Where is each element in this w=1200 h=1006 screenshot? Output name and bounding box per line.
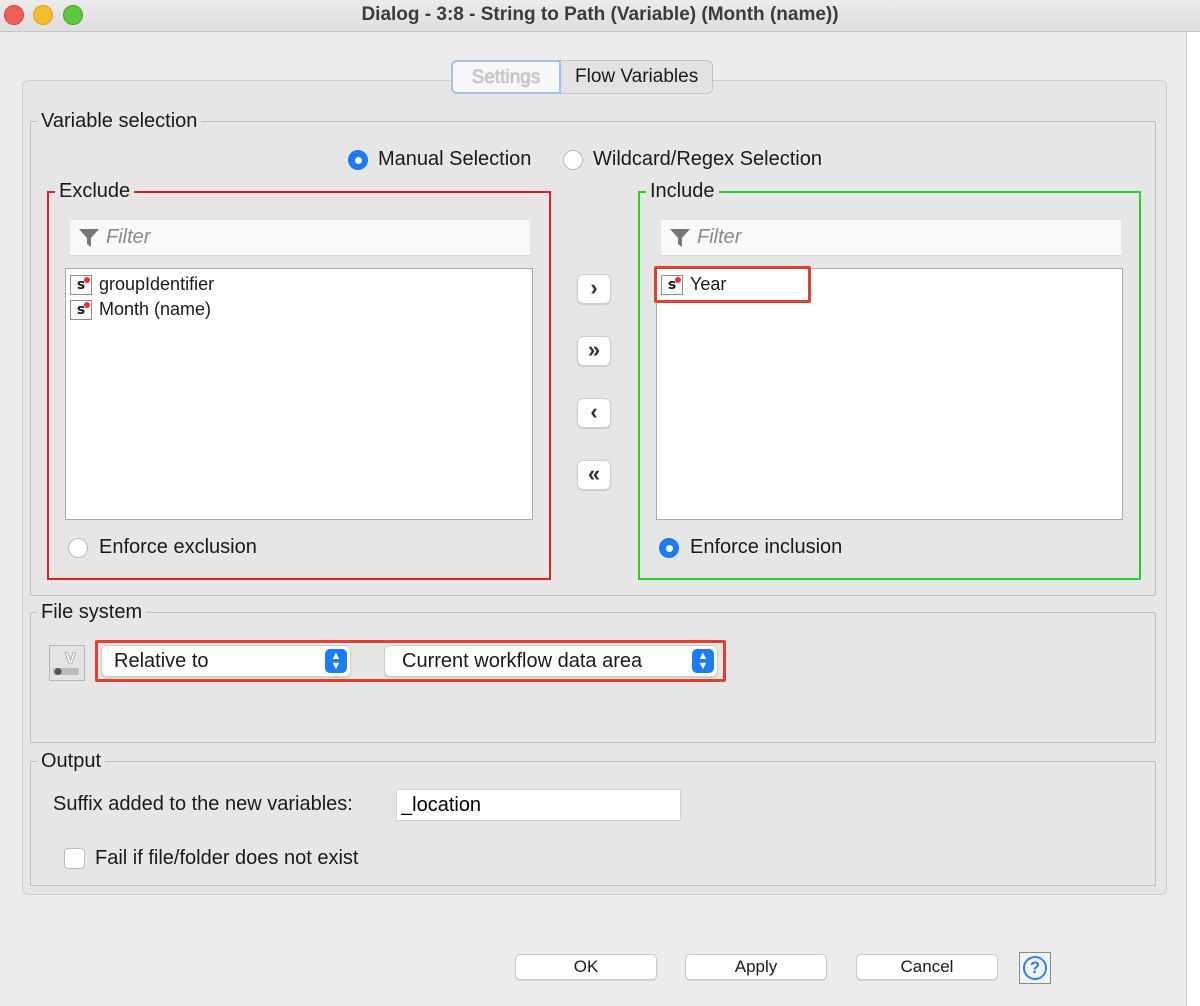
exclude-filter-input[interactable]: Filter (70, 220, 530, 256)
file-system-legend: File system (41, 601, 143, 623)
apply-button[interactable]: Apply (685, 954, 827, 980)
enforce-inclusion-radio-button[interactable] (659, 537, 679, 558)
flow-variable-icon: V (53, 651, 79, 675)
tab-settings[interactable]: Settings (451, 60, 561, 94)
string-variable-icon: s (70, 299, 92, 320)
add-button[interactable]: › (577, 274, 611, 304)
include-item-highlight (654, 266, 811, 303)
fail-if-not-exist-label: Fail if file/folder does not exist (95, 847, 359, 869)
help-button[interactable]: ? (1019, 952, 1051, 984)
include-filter-placeholder: Filter (697, 226, 742, 248)
add-all-button[interactable]: » (577, 336, 611, 366)
manual-selection-radio[interactable]: Manual Selection (348, 148, 531, 171)
wildcard-regex-selection-radio[interactable]: Wildcard/Regex Selection (563, 148, 822, 171)
filter-icon (79, 228, 99, 247)
flow-variable-button[interactable]: V (49, 645, 85, 681)
include-list[interactable]: s Year (656, 268, 1123, 520)
exclude-list-item[interactable]: s groupIdentifier (66, 272, 532, 297)
enforce-exclusion-radio[interactable]: Enforce exclusion (68, 536, 257, 559)
remove-all-button[interactable]: « (577, 460, 611, 490)
enforce-exclusion-radio-button[interactable] (68, 537, 88, 558)
variable-selection-legend: Variable selection (41, 110, 198, 132)
exclude-filter-placeholder: Filter (106, 226, 151, 248)
include-filter-input[interactable]: Filter (661, 220, 1121, 256)
suffix-label: Suffix added to the new variables: (53, 793, 353, 815)
manual-selection-label: Manual Selection (378, 148, 532, 170)
help-icon: ? (1023, 956, 1047, 980)
filter-icon (670, 228, 690, 247)
enforce-inclusion-label: Enforce inclusion (690, 536, 843, 558)
cancel-button[interactable]: Cancel (856, 954, 998, 980)
manual-selection-radio-button[interactable] (348, 149, 368, 170)
remove-button[interactable]: ‹ (577, 398, 611, 428)
background-window-edge (1186, 32, 1200, 1006)
exclude-item-label: Month (name) (99, 299, 212, 319)
exclude-legend: Exclude (59, 180, 131, 202)
title-bar: Dialog - 3:8 - String to Path (Variable)… (0, 0, 1200, 32)
wildcard-regex-radio-button[interactable] (563, 149, 583, 170)
tab-bar: Settings Flow Variables (451, 60, 714, 94)
svg-text:V: V (65, 651, 76, 667)
tab-flow-variables[interactable]: Flow Variables (561, 60, 714, 94)
window-title: Dialog - 3:8 - String to Path (Variable)… (361, 4, 839, 25)
exclude-list-item[interactable]: s Month (name) (66, 297, 532, 322)
string-variable-icon: s (70, 274, 92, 295)
enforce-exclusion-label: Enforce exclusion (99, 536, 257, 558)
file-system-highlight (95, 640, 726, 682)
exclude-list[interactable]: s groupIdentifier s Month (name) (65, 268, 533, 520)
suffix-input[interactable] (396, 789, 681, 821)
enforce-inclusion-radio[interactable]: Enforce inclusion (659, 536, 842, 559)
fail-if-not-exist-checkbox[interactable]: Fail if file/folder does not exist (64, 847, 358, 870)
exclude-item-label: groupIdentifier (99, 274, 215, 294)
include-legend: Include (650, 180, 715, 202)
wildcard-regex-label: Wildcard/Regex Selection (593, 148, 822, 170)
ok-button[interactable]: OK (515, 954, 657, 980)
fail-if-not-exist-checkbox-box[interactable] (64, 848, 85, 869)
output-legend: Output (41, 750, 102, 772)
